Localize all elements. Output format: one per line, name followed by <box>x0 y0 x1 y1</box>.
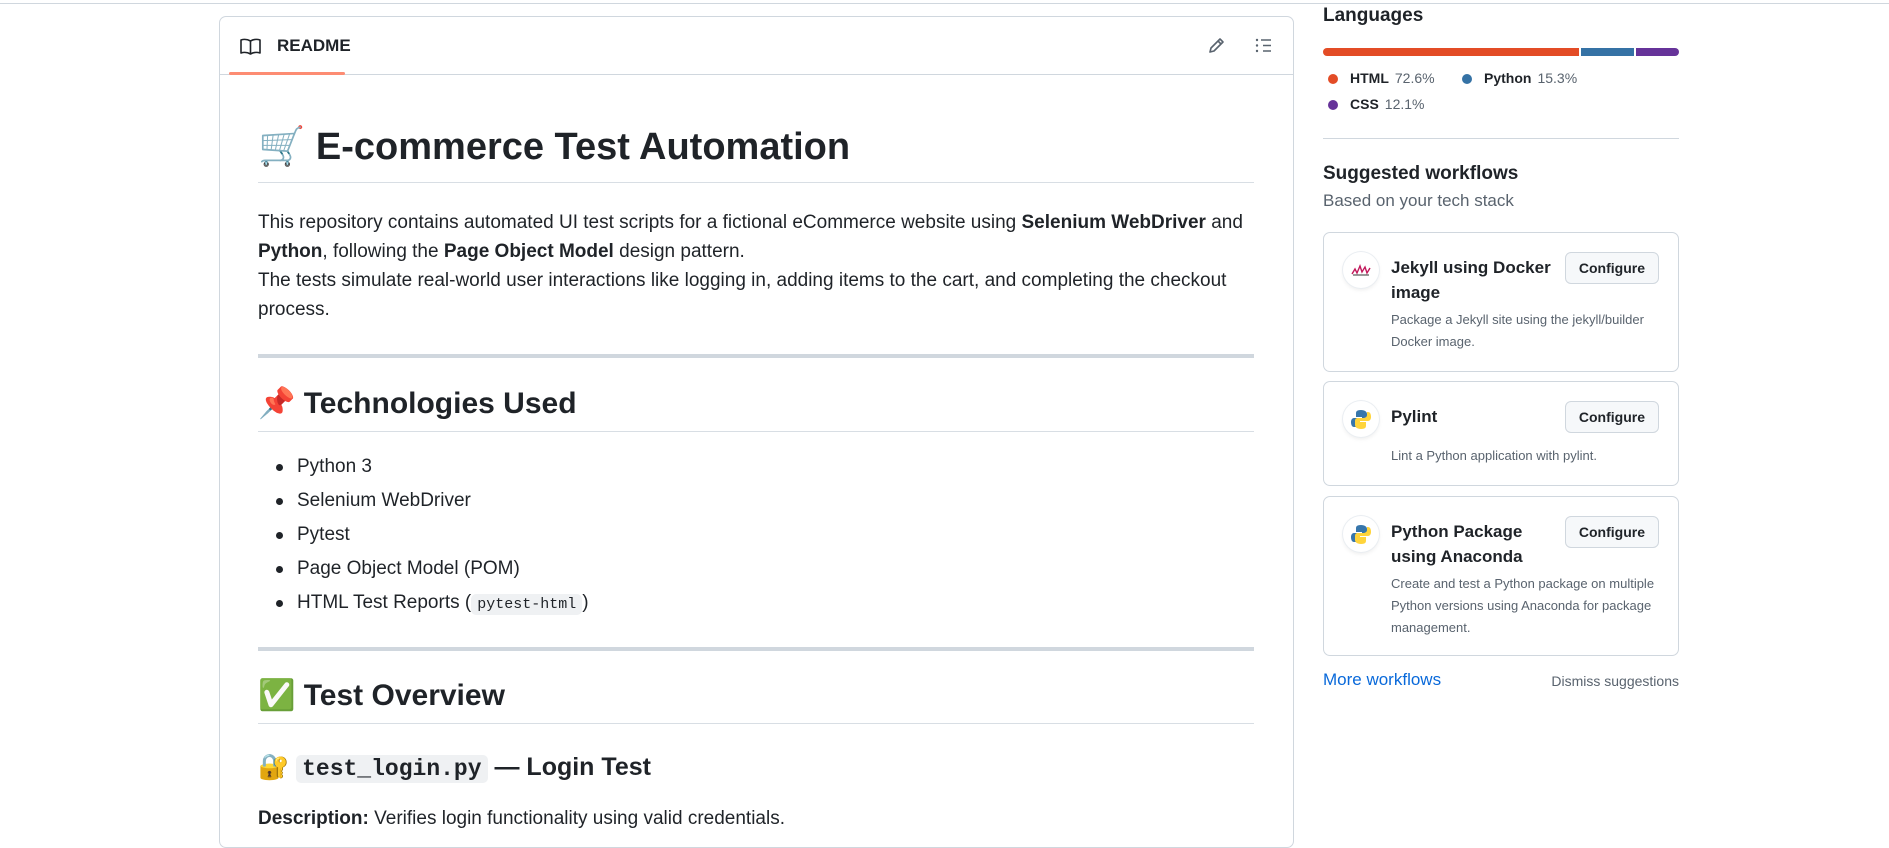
language-item-css[interactable]: CSS 12.1% <box>1328 96 1425 112</box>
divider <box>258 354 1254 358</box>
login-test-heading: 🔐 test_login.py — Login Test <box>258 753 651 783</box>
tech-heading: 📌 Technologies Used <box>258 386 1254 432</box>
inline-code: pytest-html <box>471 594 583 615</box>
list-item-text: HTML Test Reports ( <box>297 592 472 613</box>
intro-text-5: The tests simulate real-world user inter… <box>258 270 1227 291</box>
description-label: Description: <box>258 808 369 829</box>
workflow-description: Create and test a Python package on mult… <box>1391 576 1655 635</box>
intro-text-6: process. <box>258 299 330 320</box>
divider <box>1323 138 1679 139</box>
intro-text-2: and <box>1205 212 1243 233</box>
intro-text-3: , following the <box>322 241 444 262</box>
divider <box>258 647 1254 651</box>
more-workflows-link[interactable]: More workflows <box>1323 670 1441 690</box>
workflow-description: Package a Jekyll site using the jekyll/b… <box>1391 312 1644 349</box>
languages-bar <box>1323 48 1679 56</box>
overview-heading-text: Test Overview <box>303 679 505 712</box>
dismiss-suggestions-button[interactable]: Dismiss suggestions <box>1551 673 1679 689</box>
intro-bold-python: Python <box>258 241 323 262</box>
readme-title-text: E-commerce Test Automation <box>315 126 851 168</box>
readme-panel: README 🛒 E-commerce Test Automation This… <box>219 16 1294 848</box>
login-test-title: — Login Test <box>487 753 651 781</box>
intro-text-1: This repository contains automated UI te… <box>258 212 1022 233</box>
list-item-text: ) <box>582 592 589 613</box>
readme-tab-label: README <box>277 36 351 55</box>
language-segment-python <box>1580 48 1635 56</box>
workflow-title[interactable]: Jekyll using Docker image <box>1391 255 1561 305</box>
language-segment-css <box>1636 48 1679 56</box>
language-dot <box>1462 74 1472 84</box>
languages-title: Languages <box>1323 5 1424 26</box>
language-name: Python <box>1484 70 1532 86</box>
tech-heading-text: Technologies Used <box>303 387 577 420</box>
workflow-card: Python Package using Anaconda Create and… <box>1323 496 1679 656</box>
workflow-title[interactable]: Pylint <box>1391 404 1561 429</box>
intro-paragraph: This repository contains automated UI te… <box>258 208 1254 324</box>
list-outline-icon[interactable] <box>1254 36 1273 55</box>
list-item: Selenium WebDriver <box>276 484 589 518</box>
python-icon <box>1343 401 1379 437</box>
inline-code: test_login.py <box>296 755 488 783</box>
language-segment-html <box>1323 48 1579 56</box>
pushpin-icon: 📌 <box>258 387 296 420</box>
language-percent: 12.1% <box>1384 96 1425 112</box>
readme-tab[interactable]: README <box>229 17 351 75</box>
description-text: Verifies login functionality using valid… <box>368 808 785 829</box>
workflow-card: Jekyll using Docker image Package a Jeky… <box>1323 232 1679 372</box>
readme-title: 🛒 E-commerce Test Automation <box>258 125 1254 183</box>
language-name: HTML <box>1350 70 1389 86</box>
readme-header: README <box>220 17 1293 75</box>
check-mark-icon: ✅ <box>258 679 296 712</box>
jekyll-icon <box>1343 252 1379 288</box>
language-percent: 72.6% <box>1394 70 1435 86</box>
intro-bold-selenium: Selenium WebDriver <box>1021 212 1206 233</box>
language-item-html[interactable]: HTML 72.6% <box>1328 70 1435 86</box>
configure-button[interactable]: Configure <box>1564 516 1659 548</box>
lock-icon: 🔐 <box>258 753 290 781</box>
language-dot <box>1328 74 1338 84</box>
overview-heading: ✅ Test Overview <box>258 678 1254 724</box>
intro-bold-pom: Page Object Model <box>443 241 614 262</box>
tech-list: Python 3 Selenium WebDriver Pytest Page … <box>258 450 589 620</box>
book-icon <box>240 38 261 55</box>
shopping-cart-icon: 🛒 <box>258 126 306 168</box>
language-name: CSS <box>1350 96 1379 112</box>
language-item-python[interactable]: Python 15.3% <box>1462 70 1577 86</box>
list-item: Page Object Model (POM) <box>276 552 589 586</box>
list-item: Pytest <box>276 518 589 552</box>
list-item: Python 3 <box>276 450 589 484</box>
suggested-workflows-subtitle: Based on your tech stack <box>1323 191 1514 210</box>
active-tab-underline <box>229 72 345 75</box>
intro-text-4: design pattern. <box>613 241 745 262</box>
list-item: HTML Test Reports (pytest-html) <box>276 586 589 620</box>
workflow-description: Lint a Python application with pylint. <box>1391 448 1597 463</box>
configure-button[interactable]: Configure <box>1564 252 1659 284</box>
configure-button[interactable]: Configure <box>1564 401 1659 433</box>
workflow-card: Pylint Lint a Python application with py… <box>1323 381 1679 486</box>
top-border <box>0 0 1889 4</box>
login-description: Description: Verifies login functionalit… <box>258 804 1254 833</box>
python-icon <box>1343 516 1379 552</box>
workflow-title[interactable]: Python Package using Anaconda <box>1391 519 1561 569</box>
suggested-workflows-title: Suggested workflows <box>1323 163 1519 184</box>
language-percent: 15.3% <box>1537 70 1578 86</box>
pencil-icon[interactable] <box>1207 36 1226 55</box>
language-dot <box>1328 100 1338 110</box>
